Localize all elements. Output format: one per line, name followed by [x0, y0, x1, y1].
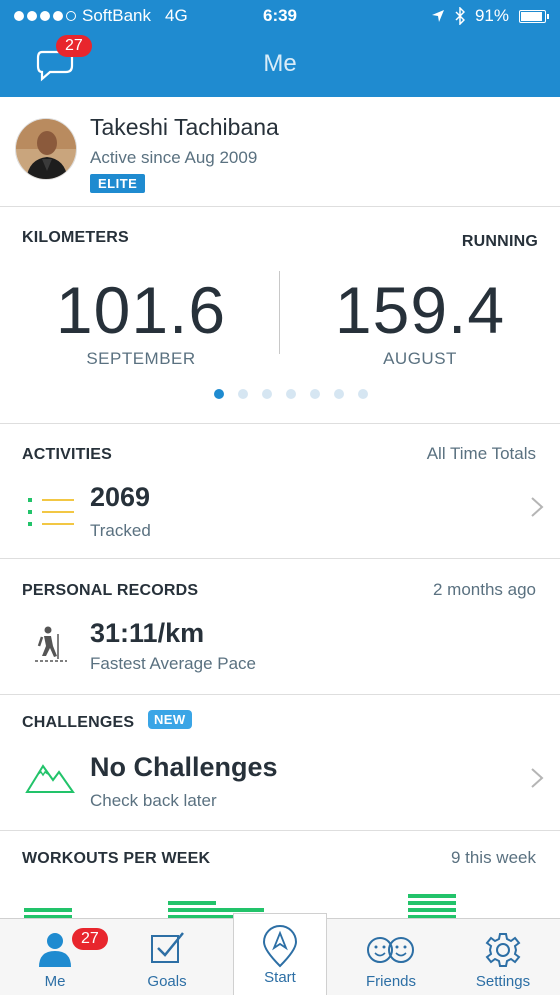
fastest-pace-caption: Fastest Average Pace — [90, 654, 257, 673]
workout-week-bar — [24, 905, 72, 919]
kilometers-title: KILOMETERS — [22, 229, 129, 246]
battery-icon — [519, 9, 549, 23]
page-title: Me — [263, 50, 297, 77]
page-dot[interactable] — [310, 389, 320, 399]
location-pin-icon — [262, 925, 298, 968]
tab-label: Settings — [475, 973, 531, 990]
km-previous-value: 159.4 — [334, 273, 506, 347]
km-previous-month: AUGUST — [383, 349, 457, 368]
page-dot[interactable] — [238, 389, 248, 399]
status-bar: SoftBank 4G 6:39 91% — [0, 0, 560, 34]
tab-goals[interactable]: Goals — [112, 919, 222, 995]
tab-label: Me — [44, 973, 66, 990]
chevron-right-icon — [531, 768, 544, 788]
page-dot[interactable] — [214, 389, 224, 399]
divider — [0, 558, 560, 559]
gear-icon — [485, 933, 521, 967]
stats-divider — [279, 271, 280, 354]
mountain-icon — [25, 764, 75, 793]
profile-name: Takeshi Tachibana — [90, 114, 279, 140]
tab-label: Friends — [365, 973, 417, 990]
location-arrow-icon — [431, 10, 444, 22]
tab-label: Goals — [147, 973, 187, 990]
new-badge: NEW — [148, 710, 192, 729]
divider — [0, 830, 560, 831]
workouts-per-week-title: WORKOUTS PER WEEK — [22, 850, 211, 867]
fastest-pace-value: 31:11/km — [90, 618, 205, 648]
checkbox-icon — [151, 932, 184, 963]
tab-start[interactable]: Start — [233, 913, 327, 995]
profile-card[interactable]: Takeshi Tachibana Active since Aug 2009 … — [0, 97, 560, 207]
bluetooth-icon — [455, 7, 465, 25]
tab-settings[interactable]: Settings — [448, 919, 558, 995]
me-tab-badge: 27 — [72, 928, 108, 950]
page-dot[interactable] — [286, 389, 296, 399]
page-indicator[interactable] — [0, 389, 560, 399]
tab-bar: Me 27 Goals Start Friends Settings — [0, 913, 560, 995]
personal-records-row[interactable]: 31:11/km Fastest Average Pace — [0, 606, 560, 692]
workouts-per-week-meta: 9 this week — [450, 848, 536, 867]
workout-week-bar — [408, 891, 456, 919]
elite-badge: ELITE — [90, 174, 146, 193]
km-current-month: SEPTEMBER — [86, 349, 196, 368]
profile-photo — [16, 119, 76, 179]
activities-count: 2069 — [90, 482, 151, 512]
app-header: SoftBank 4G 6:39 91% 27 Me — [0, 0, 560, 97]
divider — [0, 694, 560, 695]
challenges-row[interactable]: No Challenges Check back later — [0, 740, 560, 828]
avatar[interactable] — [15, 118, 77, 180]
tab-friends[interactable]: Friends — [336, 919, 446, 995]
activities-caption: Tracked — [90, 521, 151, 540]
activities-meta: All Time Totals — [426, 444, 536, 463]
battery-percent: 91% — [474, 6, 509, 25]
activity-type-label[interactable]: RUNNING — [462, 233, 538, 251]
status-right: 91% — [431, 6, 549, 26]
activities-title: ACTIVITIES — [22, 446, 113, 463]
activities-row[interactable]: 2069 Tracked — [0, 470, 560, 556]
challenges-caption: Check back later — [90, 791, 217, 810]
workout-week-bar — [168, 898, 216, 919]
challenges-status: No Challenges — [90, 752, 278, 782]
personal-records-title: PERSONAL RECORDS — [22, 582, 199, 599]
divider — [0, 423, 560, 424]
km-current-value: 101.6 — [55, 273, 227, 347]
smiley-faces-icon — [367, 937, 414, 963]
profile-active-since: Active since Aug 2009 — [90, 148, 258, 167]
personal-records-meta: 2 months ago — [432, 580, 536, 599]
page-dot[interactable] — [262, 389, 272, 399]
battery-fill — [521, 11, 542, 21]
challenges-title: CHALLENGES — [22, 714, 135, 731]
hiker-icon — [35, 626, 67, 662]
list-icon — [28, 498, 74, 526]
person-icon — [39, 933, 71, 967]
page-dot[interactable] — [334, 389, 344, 399]
tab-label: Start — [264, 969, 296, 986]
page-dot[interactable] — [358, 389, 368, 399]
chevron-right-icon — [531, 497, 544, 517]
